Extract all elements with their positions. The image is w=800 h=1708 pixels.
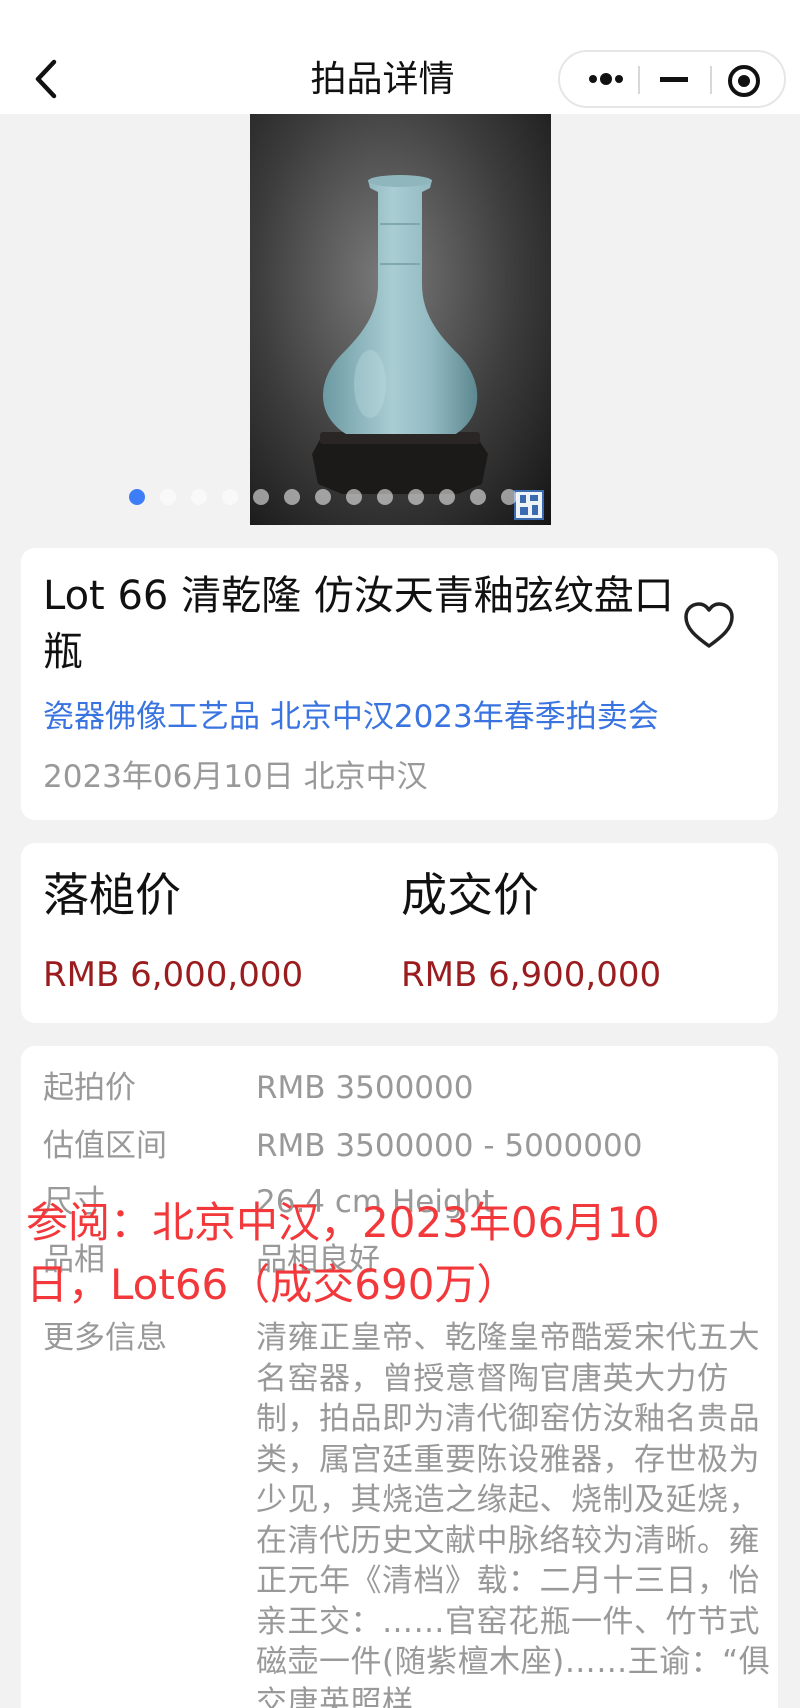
gallery-dot[interactable]	[253, 489, 269, 505]
gallery-dot[interactable]	[129, 489, 145, 505]
gallery-dot[interactable]	[191, 489, 207, 505]
size-value: 26.4 cm Height	[256, 1184, 495, 1220]
gallery-dot[interactable]	[284, 489, 300, 505]
minus-icon	[660, 77, 688, 82]
estimate-value: RMB 3500000 - 5000000	[256, 1128, 643, 1164]
heart-outline-icon	[684, 602, 734, 648]
price-card: 落槌价 RMB 6,000,000 成交价 RMB 6,900,000	[21, 843, 778, 1023]
auction-date-house: 2023年06月10日 北京中汉	[43, 759, 428, 795]
gallery-dot[interactable]	[470, 489, 486, 505]
capsule-divider	[638, 66, 640, 94]
lot-info-card: Lot 66 清乾隆 仿汝天青釉弦纹盘口瓶 瓷器佛像工艺品 北京中汉2023年春…	[21, 548, 778, 820]
image-gallery[interactable]	[0, 114, 800, 526]
gallery-dot[interactable]	[160, 489, 176, 505]
mini-program-capsule	[558, 50, 786, 108]
auction-sale-link[interactable]: 瓷器佛像工艺品 北京中汉2023年春季拍卖会	[43, 696, 659, 738]
sold-price-label: 成交价	[401, 868, 539, 922]
close-button[interactable]	[714, 52, 780, 106]
condition-label: 品相	[43, 1242, 105, 1278]
vase-image	[312, 175, 488, 494]
more-info-label: 更多信息	[43, 1320, 167, 1356]
lot-title: Lot 66 清乾隆 仿汝天青釉弦纹盘口瓶	[43, 573, 674, 675]
more-dots-icon	[589, 73, 623, 85]
nav-bar: 拍品详情	[0, 44, 800, 114]
estimate-label: 估值区间	[43, 1128, 167, 1164]
gallery-dot[interactable]	[346, 489, 362, 505]
status-bar	[0, 0, 800, 44]
more-button[interactable]	[570, 52, 636, 106]
start-price-value: RMB 3500000	[256, 1070, 474, 1106]
capsule-divider	[710, 66, 712, 94]
gallery-dot[interactable]	[408, 489, 424, 505]
lot-photo[interactable]	[250, 114, 551, 525]
favorite-button[interactable]	[681, 598, 737, 654]
gallery-dot[interactable]	[315, 489, 331, 505]
gallery-dot[interactable]	[439, 489, 455, 505]
minimize-button[interactable]	[642, 52, 708, 106]
more-info-text: 清雍正皇帝、乾隆皇帝酷爱宋代五大名窑器，曾授意督陶官唐英大力仿制，拍品即为清代御…	[256, 1320, 771, 1708]
gallery-dot[interactable]	[501, 489, 517, 505]
start-price-label: 起拍价	[43, 1070, 136, 1106]
sold-price-value: RMB 6,900,000	[401, 955, 662, 995]
condition-value: 品相良好	[256, 1242, 380, 1278]
details-card: 起拍价 RMB 3500000 估值区间 RMB 3500000 - 50000…	[21, 1046, 778, 1708]
gallery-pagination	[0, 489, 800, 509]
target-circle-icon	[728, 65, 760, 97]
gallery-dot[interactable]	[222, 489, 238, 505]
hammer-price-value: RMB 6,000,000	[43, 955, 304, 995]
size-label: 尺寸	[43, 1184, 105, 1220]
gallery-dot[interactable]	[377, 489, 393, 505]
hammer-price-label: 落槌价	[43, 868, 181, 922]
